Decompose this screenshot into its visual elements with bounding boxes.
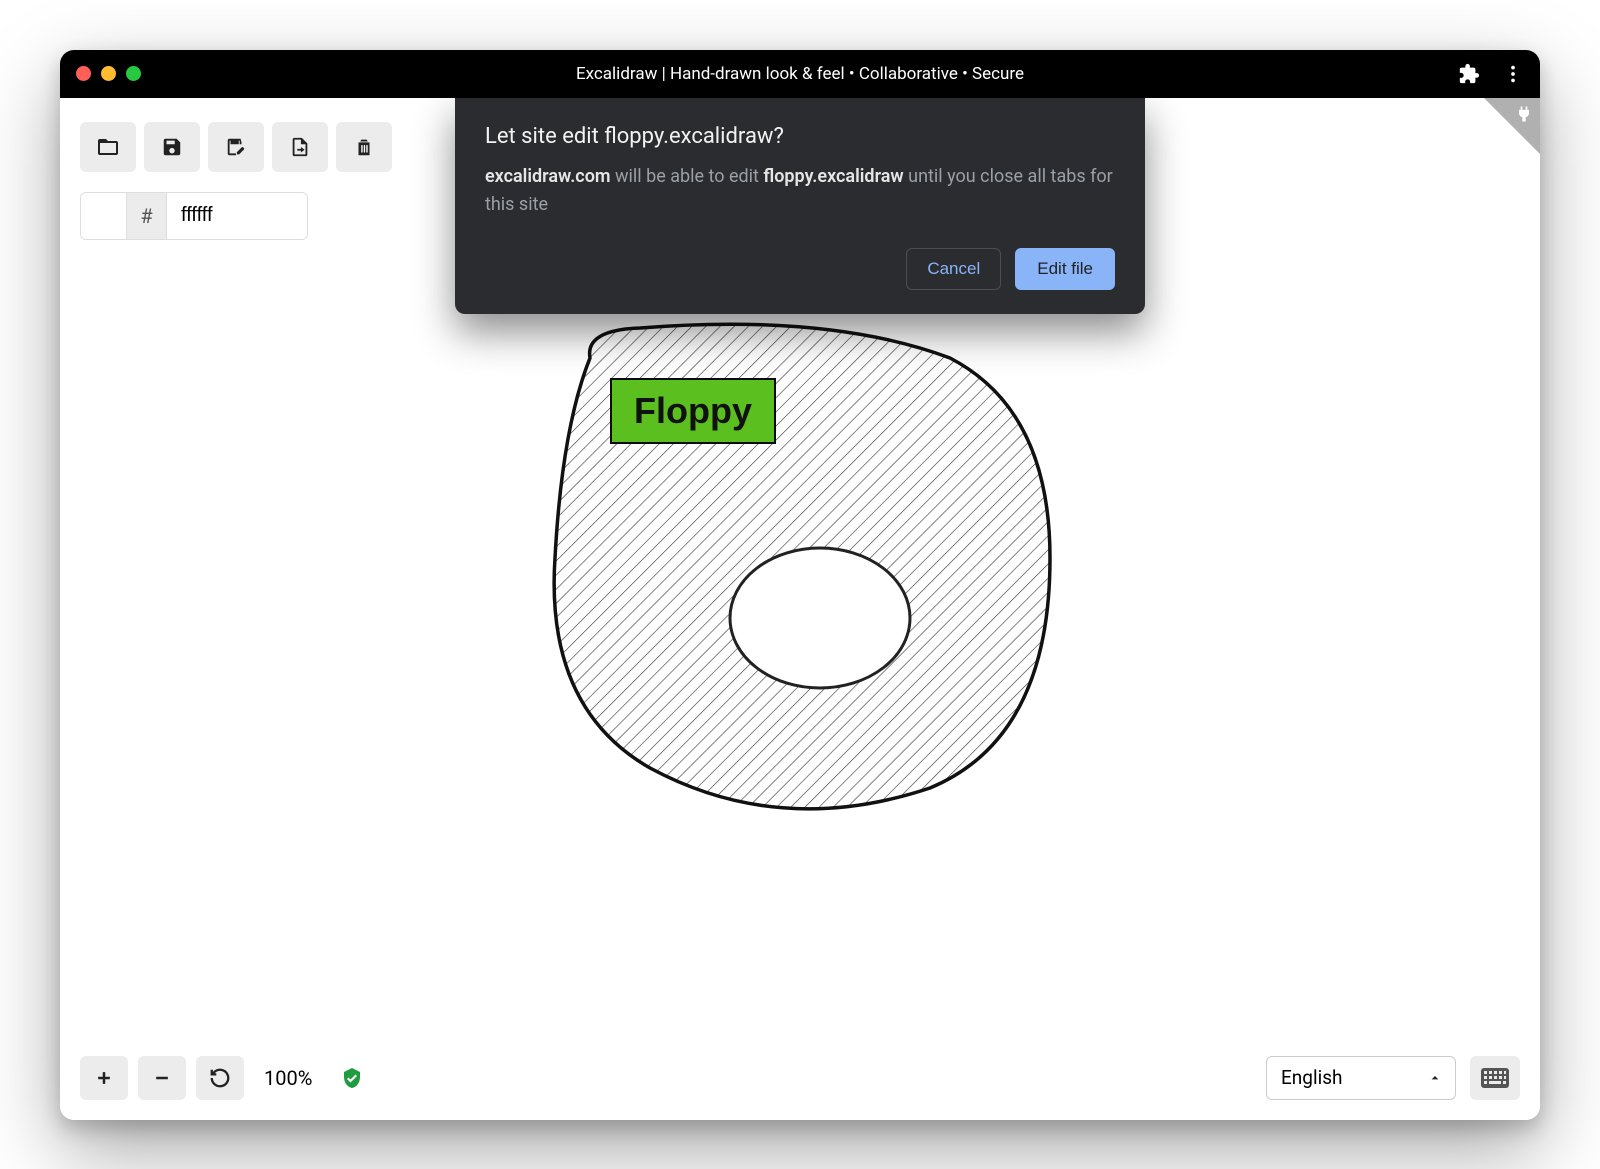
maximize-window-button[interactable]: [126, 66, 141, 81]
dialog-site: excalidraw.com: [485, 166, 611, 187]
color-swatch[interactable]: [81, 193, 127, 239]
plug-icon: [1514, 104, 1534, 124]
language-selected-label: English: [1281, 1066, 1342, 1089]
open-button[interactable]: [80, 122, 136, 172]
permission-dialog: Let site edit floppy.excalidraw? excalid…: [455, 98, 1145, 315]
extensions-icon[interactable]: [1458, 63, 1480, 85]
save-as-button[interactable]: [208, 122, 264, 172]
keyboard-shortcuts-button[interactable]: [1470, 1056, 1520, 1100]
color-hex-input[interactable]: [167, 193, 307, 239]
dialog-filename: floppy.excalidraw: [763, 166, 903, 187]
dialog-title: Let site edit floppy.excalidraw?: [485, 124, 1115, 149]
background-color-picker: #: [80, 192, 308, 240]
canvas-drawing[interactable]: Floppy: [530, 318, 1070, 818]
hash-label: #: [127, 193, 167, 239]
export-button[interactable]: [272, 122, 328, 172]
dialog-body: excalidraw.com will be able to edit flop…: [485, 163, 1115, 221]
dialog-actions: Cancel Edit file: [485, 248, 1115, 290]
drawing-label[interactable]: Floppy: [610, 378, 776, 444]
minimize-window-button[interactable]: [101, 66, 116, 81]
chevron-up-icon: [1427, 1070, 1443, 1086]
file-toolbar: [80, 122, 392, 172]
clear-canvas-button[interactable]: [336, 122, 392, 172]
edit-file-button[interactable]: Edit file: [1015, 248, 1115, 290]
window-controls: [76, 66, 141, 81]
zoom-in-button[interactable]: [80, 1056, 128, 1100]
zoom-controls: 100%: [80, 1056, 364, 1100]
bottom-right-controls: English: [1266, 1056, 1520, 1100]
titlebar: Excalidraw | Hand-drawn look & feel • Co…: [60, 50, 1540, 98]
zoom-reset-button[interactable]: [196, 1056, 244, 1100]
kebab-menu-icon[interactable]: [1502, 63, 1524, 85]
close-window-button[interactable]: [76, 66, 91, 81]
app-window: Excalidraw | Hand-drawn look & feel • Co…: [60, 50, 1540, 1120]
cancel-button[interactable]: Cancel: [906, 248, 1001, 290]
save-button[interactable]: [144, 122, 200, 172]
window-title: Excalidraw | Hand-drawn look & feel • Co…: [576, 64, 1024, 84]
zoom-out-button[interactable]: [138, 1056, 186, 1100]
shield-icon[interactable]: [340, 1066, 364, 1090]
language-select[interactable]: English: [1266, 1056, 1456, 1100]
zoom-percent-label[interactable]: 100%: [254, 1066, 322, 1090]
